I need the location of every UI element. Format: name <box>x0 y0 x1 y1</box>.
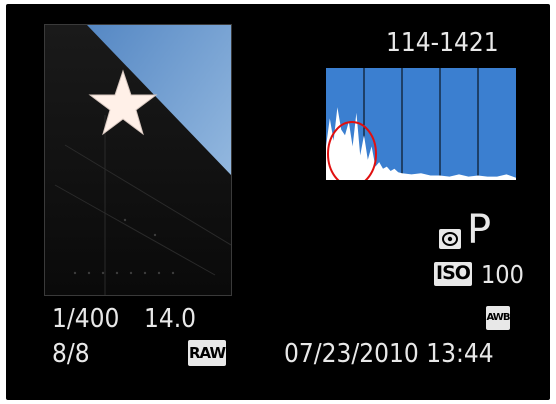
image-thumbnail <box>44 24 232 296</box>
shutter-speed: 1/400 <box>52 304 120 334</box>
iso-value: 100 <box>481 260 524 289</box>
shooting-mode: P <box>467 207 492 253</box>
aperture-value: 14.0 <box>144 304 197 334</box>
camera-lcd-screen: 114-1421 P ISO 100 AWB 1/400 14.0 8/8 RA… <box>6 4 550 400</box>
evaluative-metering-icon <box>438 228 462 250</box>
iso-badge: ISO <box>434 262 472 286</box>
file-number: 114-1421 <box>386 28 499 58</box>
image-quality-badge: RAW <box>188 340 226 366</box>
white-balance-badge: AWB <box>486 306 510 330</box>
frame-counter: 8/8 <box>52 339 90 369</box>
capture-date-time: 07/23/2010 13:44 <box>284 339 494 369</box>
brightness-histogram <box>326 68 516 180</box>
